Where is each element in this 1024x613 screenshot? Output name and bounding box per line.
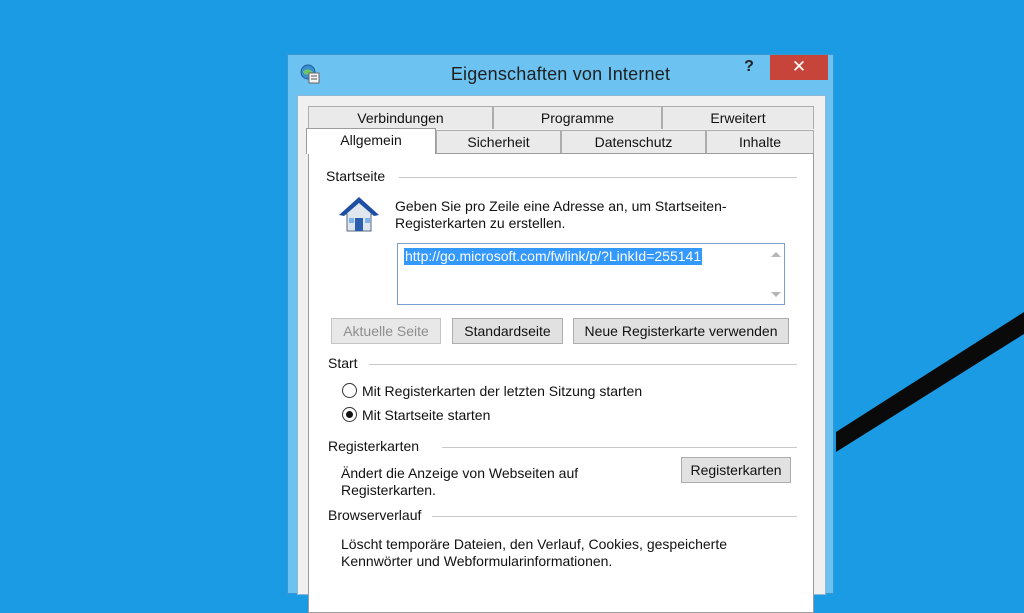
- radio-last-session[interactable]: [342, 383, 357, 398]
- radio-last-session-label[interactable]: Mit Registerkarten der letzten Sitzung s…: [362, 383, 642, 400]
- group-divider: [432, 516, 797, 517]
- scroll-down-icon[interactable]: [771, 292, 781, 297]
- internet-options-dialog: Eigenschaften von Internet ? ✕ Verbindun…: [287, 54, 834, 613]
- tab-programme[interactable]: Programme: [493, 106, 662, 129]
- history-group-label: Browserverlauf: [328, 507, 428, 523]
- homepage-description-line1: Geben Sie pro Zeile eine Adresse an, um …: [395, 198, 727, 214]
- group-divider: [369, 364, 797, 365]
- general-tab-panel: Startseite Geben Sie pro Zeile eine Adre…: [308, 153, 814, 613]
- help-button[interactable]: ?: [737, 58, 761, 80]
- history-description-line2: Kennwörter und Webformularinformationen.: [341, 553, 613, 569]
- tab-verbindungen[interactable]: Verbindungen: [308, 106, 493, 129]
- house-icon: [339, 197, 379, 232]
- url-scrollbar[interactable]: [767, 244, 784, 304]
- scroll-up-icon[interactable]: [771, 252, 781, 257]
- tabs-description-line1: Ändert die Anzeige von Webseiten auf: [341, 465, 579, 481]
- start-group-label: Start: [328, 355, 364, 371]
- default-page-button[interactable]: Standardseite: [452, 318, 563, 344]
- close-button[interactable]: ✕: [770, 55, 828, 80]
- radio-start-homepage[interactable]: [342, 407, 357, 422]
- homepage-description-line2: Registerkarten zu erstellen.: [395, 215, 566, 231]
- tab-allgemein[interactable]: Allgemein: [306, 128, 436, 154]
- title-bar[interactable]: Eigenschaften von Internet ? ✕: [288, 55, 833, 95]
- group-divider: [442, 447, 797, 448]
- tab-datenschutz[interactable]: Datenschutz: [561, 130, 706, 153]
- history-description-line1: Löscht temporäre Dateien, den Verlauf, C…: [341, 536, 728, 552]
- homepage-url-value: http://go.microsoft.com/fwlink/p/?LinkId…: [404, 248, 703, 265]
- radio-start-homepage-label[interactable]: Mit Startseite starten: [362, 407, 490, 424]
- tabs-description-line2: Registerkarten.: [341, 482, 436, 498]
- tabs-settings-button[interactable]: Registerkarten: [681, 457, 791, 483]
- homepage-url-textarea[interactable]: http://go.microsoft.com/fwlink/p/?LinkId…: [397, 243, 785, 305]
- current-page-button[interactable]: Aktuelle Seite: [331, 318, 441, 344]
- tabs-group-label: Registerkarten: [328, 438, 426, 454]
- dialog-client-area: Verbindungen Programme Erweitert Allgeme…: [297, 95, 826, 613]
- homepage-group-label: Startseite: [326, 168, 392, 184]
- radio-selected-dot: [346, 411, 353, 418]
- tab-sicherheit[interactable]: Sicherheit: [436, 130, 561, 153]
- tab-erweitert[interactable]: Erweitert: [662, 106, 814, 129]
- tab-inhalte[interactable]: Inhalte: [706, 130, 814, 153]
- group-divider: [399, 177, 797, 178]
- use-new-tab-button[interactable]: Neue Registerkarte verwenden: [573, 318, 789, 344]
